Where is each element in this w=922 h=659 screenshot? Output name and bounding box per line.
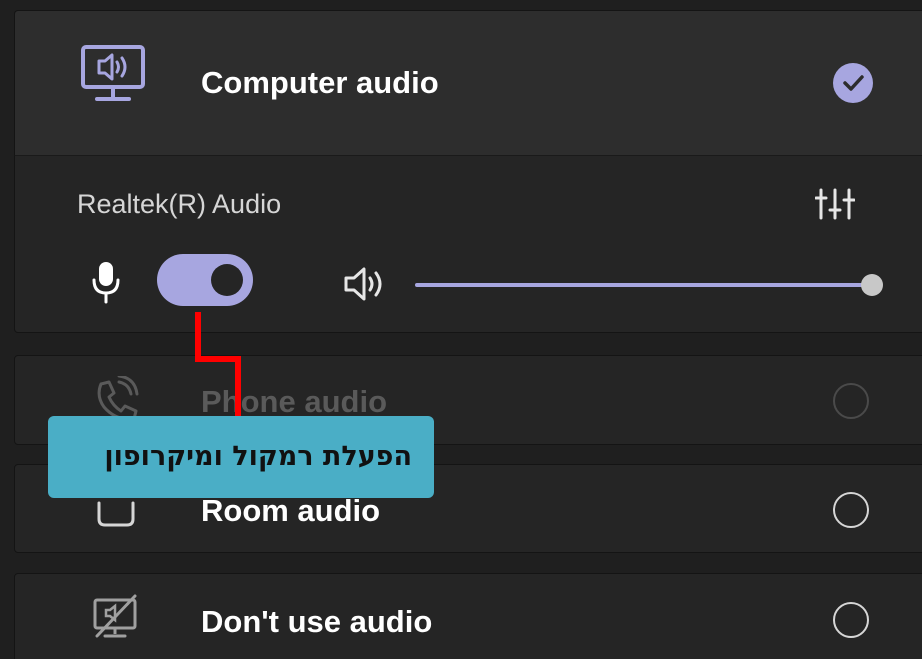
- annotation-callout: הפעלת רמקול ומיקרופון: [48, 416, 434, 498]
- callout-text: הפעלת רמקול ומיקרופון: [104, 441, 412, 472]
- callout-connector-line: [195, 312, 241, 420]
- audio-settings-panel: Computer audio Realtek(R) Audio Phone au…: [0, 0, 922, 659]
